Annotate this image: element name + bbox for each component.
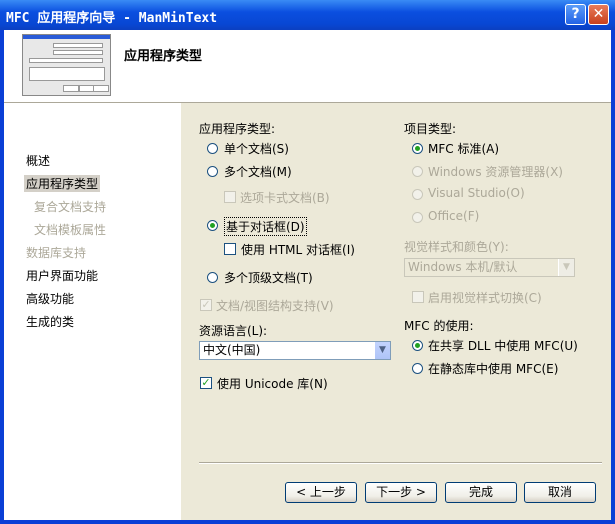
- html-dialog-label[interactable]: 使用 HTML 对话框(I): [241, 241, 355, 258]
- finish-button[interactable]: 完成: [445, 482, 517, 503]
- button-separator: [199, 462, 602, 464]
- multi-doc-radio[interactable]: [207, 166, 218, 177]
- resource-lang-value: 中文(中国): [203, 343, 261, 357]
- shared-dll-radio[interactable]: [412, 340, 423, 351]
- office-radio: [412, 212, 423, 223]
- next-button[interactable]: 下一步 >: [365, 482, 437, 503]
- check-icon: ✓: [201, 298, 211, 311]
- window-title: MFC 应用程序向导 - ManMinText: [6, 11, 218, 26]
- mfc-std-label[interactable]: MFC 标准(A): [428, 140, 499, 157]
- cancel-button[interactable]: 取消: [524, 482, 596, 503]
- shared-dll-label[interactable]: 在共享 DLL 中使用 MFC(U): [428, 337, 578, 354]
- single-doc-label[interactable]: 单个文档(S): [224, 140, 289, 157]
- visual-studio-label: Visual Studio(O): [428, 186, 525, 200]
- project-type-heading: 项目类型:: [404, 122, 457, 136]
- static-lib-label[interactable]: 在静态库中使用 MFC(E): [428, 360, 558, 377]
- single-doc-radio[interactable]: [207, 143, 218, 154]
- resource-lang-label: 资源语言(L):: [199, 324, 268, 338]
- nav-item-app-type[interactable]: 应用程序类型: [24, 175, 101, 192]
- page-title: 应用程序类型: [124, 49, 203, 64]
- multi-top-label[interactable]: 多个顶级文档(T): [224, 269, 313, 286]
- mfc-use-heading: MFC 的使用:: [404, 319, 474, 333]
- visual-studio-radio: [412, 189, 423, 200]
- dialog-based-label[interactable]: 基于对话框(D): [224, 217, 307, 236]
- close-icon: ✕: [592, 6, 605, 22]
- chevron-down-icon: ▼: [558, 259, 574, 276]
- nav-item-ui-features[interactable]: 用户界面功能: [26, 267, 98, 284]
- multi-top-radio[interactable]: [207, 272, 218, 283]
- chevron-down-icon[interactable]: ▼: [374, 342, 390, 359]
- visual-style-label: 视觉样式和颜色(Y):: [404, 240, 509, 254]
- close-button[interactable]: ✕: [588, 4, 609, 25]
- dialog-based-radio[interactable]: [207, 220, 218, 231]
- enable-style-toggle-label: 启用视觉样式切换(C): [428, 291, 542, 305]
- multi-doc-label[interactable]: 多个文档(M): [224, 163, 292, 180]
- nav-item-overview[interactable]: 概述: [26, 152, 50, 169]
- static-lib-radio[interactable]: [412, 363, 423, 374]
- mfc-std-radio[interactable]: [412, 143, 423, 154]
- nav-item-advanced[interactable]: 高级功能: [26, 290, 74, 307]
- wizard-window: MFC 应用程序向导 - ManMinText ? ✕ 应用程序类型 概述 应用…: [0, 0, 615, 524]
- html-dialog-checkbox[interactable]: [224, 243, 236, 255]
- nav-item-database: 数据库支持: [26, 246, 87, 260]
- unicode-label[interactable]: 使用 Unicode 库(N): [217, 375, 328, 392]
- check-icon: ✓: [201, 376, 211, 389]
- nav-item-compound-doc: 复合文档支持: [34, 200, 107, 214]
- win-explorer-label: Windows 资源管理器(X): [428, 165, 563, 179]
- nav-item-generated-classes[interactable]: 生成的类: [26, 313, 74, 330]
- enable-style-toggle-checkbox: [412, 291, 424, 303]
- back-button[interactable]: < 上一步: [285, 482, 357, 503]
- visual-style-value: Windows 本机/默认: [408, 260, 518, 274]
- help-icon: ?: [571, 6, 580, 22]
- wizard-header: 应用程序类型: [4, 30, 611, 103]
- preview-thumbnail-icon: [22, 34, 111, 96]
- win-explorer-radio: [412, 166, 423, 177]
- title-bar[interactable]: MFC 应用程序向导 - ManMinText ? ✕: [0, 0, 615, 30]
- tabbed-doc-checkbox: [224, 191, 236, 203]
- wizard-nav: 概述 应用程序类型 复合文档支持 文档模板属性 数据库支持 用户界面功能 高级功…: [4, 103, 181, 520]
- help-button[interactable]: ?: [565, 4, 586, 25]
- nav-item-doc-template: 文档模板属性: [34, 223, 107, 237]
- visual-style-select: Windows 本机/默认 ▼: [404, 258, 575, 277]
- resource-lang-select[interactable]: 中文(中国) ▼: [199, 341, 391, 360]
- app-type-heading: 应用程序类型:: [199, 122, 276, 136]
- unicode-checkbox[interactable]: ✓: [200, 377, 212, 389]
- tabbed-doc-label: 选项卡式文档(B): [240, 191, 330, 205]
- doc-view-label: 文档/视图结构支持(V): [216, 299, 334, 313]
- doc-view-checkbox: ✓: [200, 299, 212, 311]
- office-label: Office(F): [428, 209, 480, 223]
